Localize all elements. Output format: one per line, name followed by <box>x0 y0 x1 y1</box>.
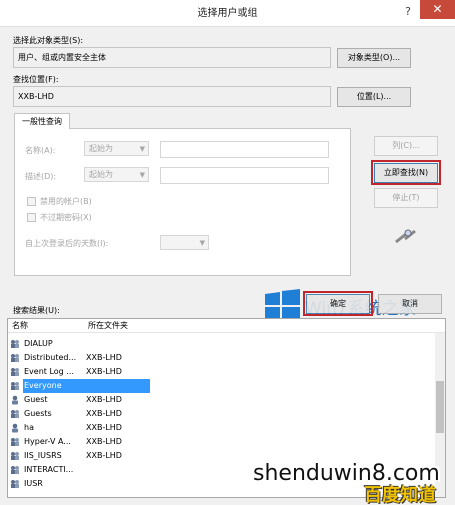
disabled-accounts-label: 禁用的帐户(B) <box>40 197 92 206</box>
row-name: Event Log ... <box>24 367 74 376</box>
chevron-down-icon: ▼ <box>139 171 145 179</box>
table-row[interactable]: ha XXB-LHD <box>10 421 430 435</box>
disabled-accounts-checkbox[interactable] <box>27 197 36 206</box>
column-header-name[interactable]: 名称 <box>12 320 28 331</box>
search-icon <box>393 226 419 246</box>
days-since-logon-label: 自上次登录后的天数(I): <box>25 239 109 248</box>
object-type-field: 用户、组或内置安全主体 <box>13 47 331 68</box>
results-scrollbar-thumb[interactable] <box>436 381 444 433</box>
name-label: 名称(A): <box>25 146 56 155</box>
row-folder: XXB-LHD <box>86 353 122 362</box>
table-row[interactable]: Hyper-V A... XXB-LHD <box>10 435 430 449</box>
columns-button[interactable]: 列(C)... <box>374 136 438 156</box>
row-name: ha <box>24 423 34 432</box>
description-operator-combo[interactable]: 起始为 ▼ <box>84 167 149 182</box>
close-button[interactable]: ✕ <box>420 0 455 19</box>
row-name: IIS_IUSRS <box>24 451 62 460</box>
row-folder: XXB-LHD <box>86 423 122 432</box>
group-icon <box>10 465 20 475</box>
user-icon <box>10 395 20 405</box>
row-name: Guests <box>24 409 52 418</box>
row-folder: XXB-LHD <box>86 437 122 446</box>
name-operator-value: 起始为 <box>89 144 113 153</box>
table-row[interactable]: Distributed... XXB-LHD <box>10 351 430 365</box>
ok-highlight <box>303 291 373 316</box>
results-header: 名称 所在文件夹 <box>8 319 445 333</box>
row-name: Distributed... <box>24 353 77 362</box>
group-icon <box>10 353 20 363</box>
row-folder: XXB-LHD <box>86 367 122 376</box>
no-expire-password-checkbox[interactable] <box>27 213 36 222</box>
locations-button[interactable]: 位置(L)... <box>337 87 411 107</box>
group-icon <box>10 409 20 419</box>
row-name: Hyper-V A... <box>24 437 71 446</box>
chevron-down-icon: ▼ <box>199 239 205 247</box>
stop-button[interactable]: 停止(T) <box>374 188 438 208</box>
group-icon <box>10 367 20 377</box>
user-icon <box>10 423 20 433</box>
table-row[interactable]: Guest XXB-LHD <box>10 393 430 407</box>
name-input[interactable] <box>160 141 329 158</box>
table-row[interactable]: Guests XXB-LHD <box>10 407 430 421</box>
tab-general-query[interactable]: 一般性查询 <box>14 113 70 129</box>
location-field: XXB-LHD <box>13 86 331 107</box>
row-folder: XXB-LHD <box>86 409 122 418</box>
description-operator-value: 起始为 <box>89 170 113 179</box>
cancel-button[interactable]: 取消 <box>378 294 442 314</box>
find-now-button[interactable]: 立即查找(N) <box>374 163 438 183</box>
no-expire-password-label: 不过期密码(X) <box>40 213 92 222</box>
name-operator-combo[interactable]: 起始为 ▼ <box>84 141 149 156</box>
description-input[interactable] <box>160 167 329 184</box>
table-row[interactable]: DIALUP <box>10 337 430 351</box>
results-label: 搜索结果(U): <box>13 306 60 315</box>
table-row[interactable]: Event Log ... XXB-LHD <box>10 365 430 379</box>
group-icon <box>10 381 20 391</box>
row-name: INTERACTI... <box>24 465 74 474</box>
object-types-button[interactable]: 对象类型(O)... <box>337 48 411 68</box>
row-name: Everyone <box>23 379 150 393</box>
object-type-label: 选择此对象类型(S): <box>13 36 84 45</box>
row-folder: XXB-LHD <box>86 451 122 460</box>
description-label: 描述(D): <box>25 172 57 181</box>
column-header-folder[interactable]: 所在文件夹 <box>88 320 128 331</box>
group-icon <box>10 437 20 447</box>
row-name: IUSR <box>24 479 43 488</box>
window-title: 选择用户或组 <box>197 8 258 19</box>
row-name: DIALUP <box>24 339 53 348</box>
group-icon <box>10 479 20 489</box>
days-since-logon-combo[interactable]: ▼ <box>160 235 209 250</box>
baidu-zhidao-logo: 百度知道 <box>364 485 436 506</box>
group-icon <box>10 451 20 461</box>
table-row[interactable]: Everyone <box>10 379 430 393</box>
row-name: Guest <box>24 395 48 404</box>
location-label: 查找位置(F): <box>13 75 59 84</box>
chevron-down-icon: ▼ <box>139 145 145 153</box>
group-icon <box>10 339 20 349</box>
row-folder: XXB-LHD <box>86 395 122 404</box>
help-icon[interactable]: ? <box>398 2 418 22</box>
